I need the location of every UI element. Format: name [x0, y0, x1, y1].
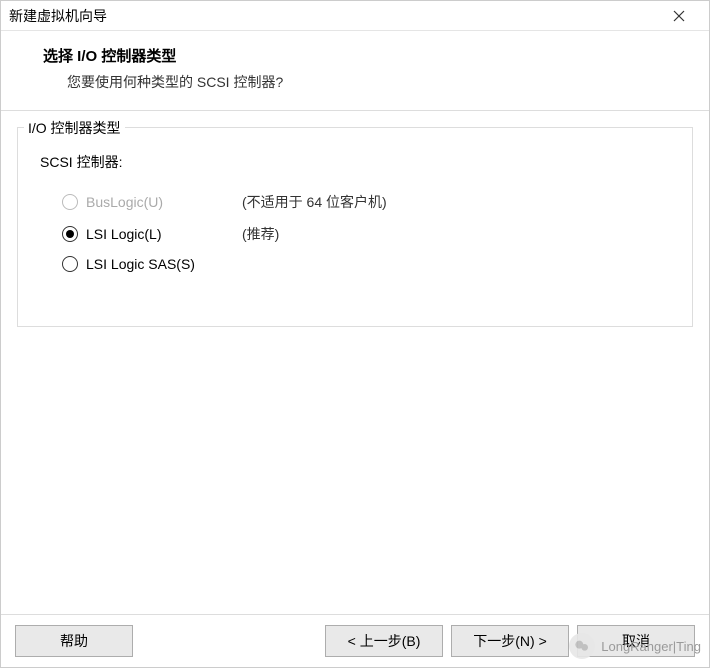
- fieldset-legend: I/O 控制器类型: [24, 118, 125, 138]
- radio-buslogic: [62, 194, 78, 210]
- radio-row-buslogic: BusLogic(U) (不适用于 64 位客户机): [34, 186, 676, 218]
- titlebar: 新建虚拟机向导: [1, 1, 709, 31]
- scsi-controller-label: SCSI 控制器:: [40, 152, 676, 172]
- radio-label-lsilogicsas: LSI Logic SAS(S): [86, 256, 216, 272]
- radio-lsilogic[interactable]: [62, 226, 78, 242]
- window-title: 新建虚拟机向导: [9, 6, 107, 26]
- wizard-header: 选择 I/O 控制器类型 您要使用何种类型的 SCSI 控制器?: [1, 31, 709, 111]
- radio-lsilogicsas[interactable]: [62, 256, 78, 272]
- radio-row-lsilogic[interactable]: LSI Logic(L) (推荐): [34, 218, 676, 250]
- io-controller-fieldset: I/O 控制器类型 SCSI 控制器: BusLogic(U) (不适用于 64…: [17, 127, 693, 327]
- help-button[interactable]: 帮助: [15, 625, 133, 657]
- wizard-footer: 帮助 < 上一步(B) 下一步(N) > 取消: [1, 614, 709, 667]
- wizard-window: 新建虚拟机向导 选择 I/O 控制器类型 您要使用何种类型的 SCSI 控制器?…: [0, 0, 710, 668]
- radio-label-lsilogic: LSI Logic(L): [86, 226, 216, 242]
- content-area: I/O 控制器类型 SCSI 控制器: BusLogic(U) (不适用于 64…: [1, 111, 709, 614]
- page-subtitle: 您要使用何种类型的 SCSI 控制器?: [43, 72, 693, 92]
- cancel-button[interactable]: 取消: [577, 625, 695, 657]
- page-title: 选择 I/O 控制器类型: [43, 45, 693, 66]
- radio-hint-lsilogic: (推荐): [242, 224, 279, 244]
- close-button[interactable]: [659, 5, 699, 27]
- radio-label-buslogic: BusLogic(U): [86, 194, 216, 210]
- radio-row-lsilogicsas[interactable]: LSI Logic SAS(S): [34, 250, 676, 278]
- back-button[interactable]: < 上一步(B): [325, 625, 443, 657]
- next-button[interactable]: 下一步(N) >: [451, 625, 569, 657]
- close-icon: [673, 10, 685, 22]
- radio-hint-buslogic: (不适用于 64 位客户机): [242, 192, 387, 212]
